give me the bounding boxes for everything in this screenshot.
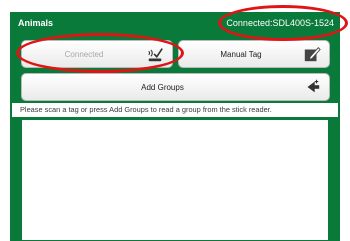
add-groups-button-label: Add Groups bbox=[141, 82, 184, 92]
page-title: Animals bbox=[18, 18, 54, 28]
manual-tag-button-label: Manual Tag bbox=[220, 49, 262, 59]
manual-tag-button[interactable]: Manual Tag bbox=[178, 40, 330, 68]
connected-button-label: Connected bbox=[64, 49, 104, 59]
add-groups-button[interactable]: Add Groups bbox=[21, 73, 330, 101]
add-groups-icon bbox=[307, 79, 320, 93]
animal-list[interactable] bbox=[21, 119, 329, 241]
scan-instruction-text: Please scan a tag or press Add Groups to… bbox=[12, 103, 338, 117]
connection-status-text: Connected:SDL400S-1524 bbox=[226, 18, 334, 28]
connected-button[interactable]: Connected bbox=[21, 40, 173, 68]
app-title-bar: Animals Connected:SDL400S-1524 bbox=[10, 12, 340, 34]
edit-tag-icon bbox=[304, 47, 321, 62]
connected-check-icon bbox=[148, 48, 163, 62]
